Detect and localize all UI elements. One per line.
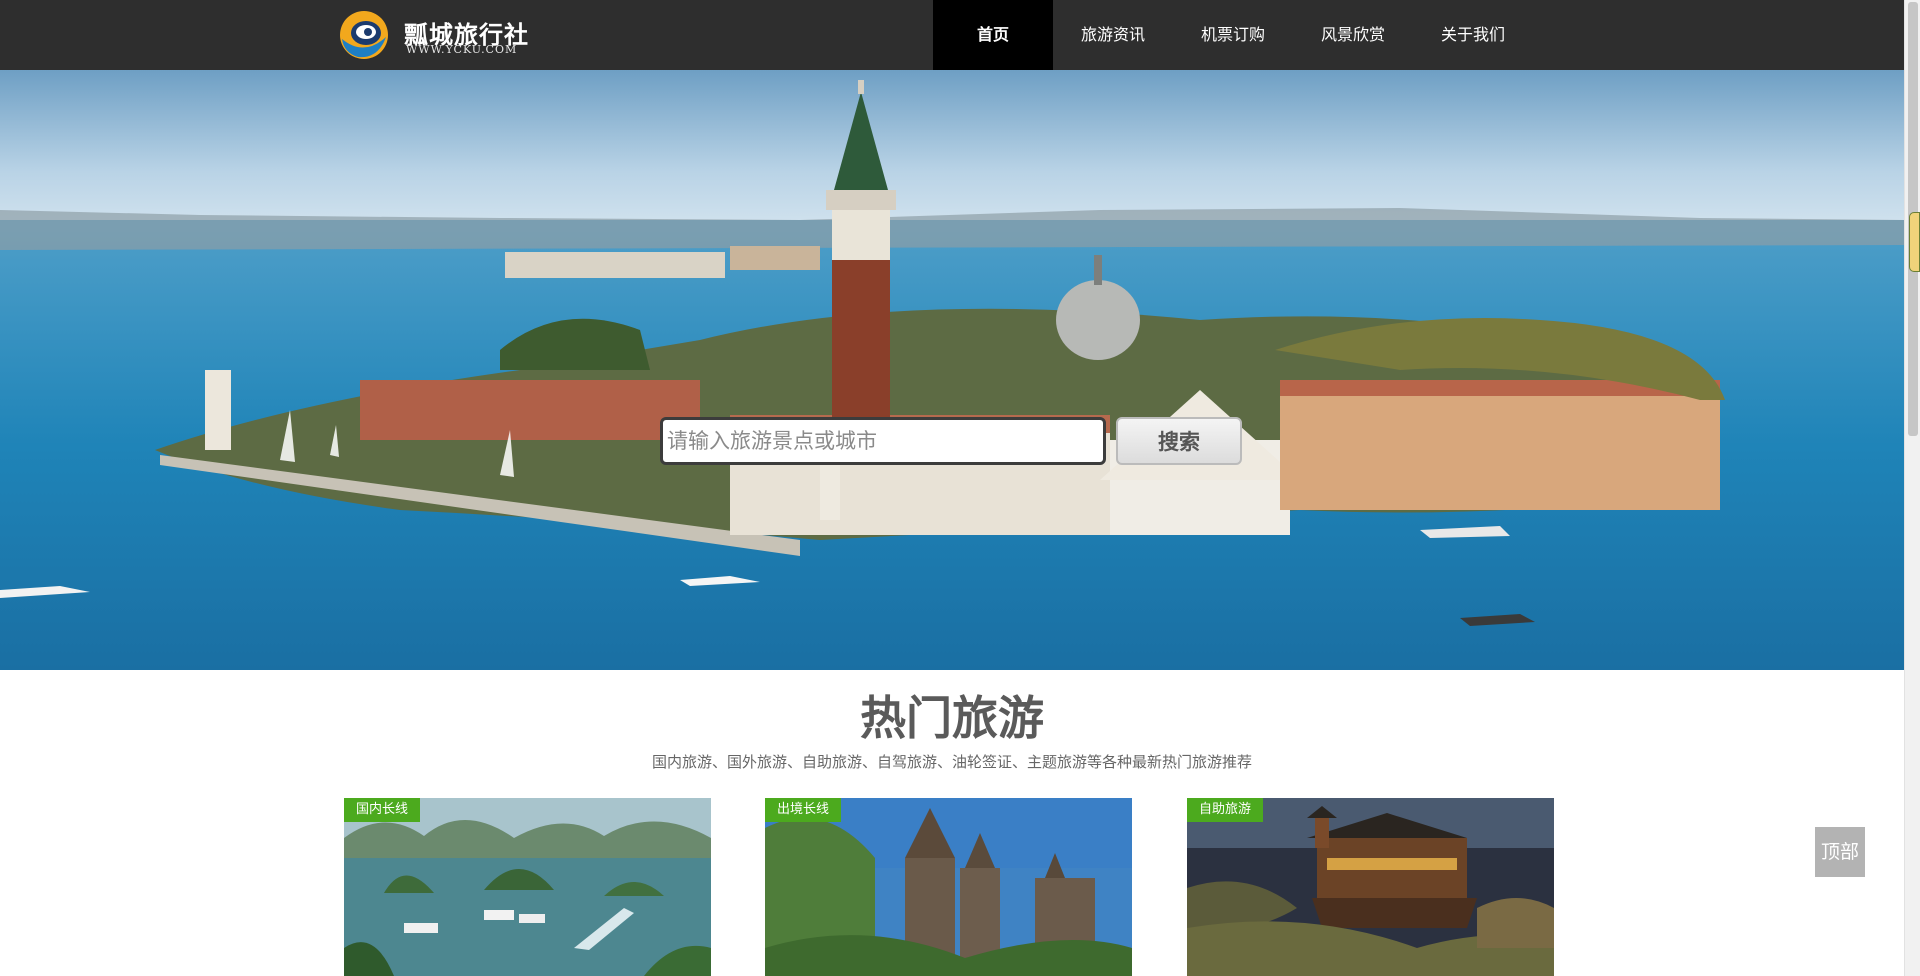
search-input[interactable] [660, 417, 1106, 465]
hero-venice-image [0, 70, 1904, 670]
page: 瓢城旅行社 WWW.YCKU.COM 首页 旅游资讯 机票订购 风景欣赏 关于我… [0, 0, 1920, 976]
nav-item-about-us[interactable]: 关于我们 [1413, 0, 1533, 70]
tour-card-image [344, 798, 711, 976]
top-header: 瓢城旅行社 WWW.YCKU.COM 首页 旅游资讯 机票订购 风景欣赏 关于我… [0, 0, 1904, 70]
tour-card-image [765, 798, 1132, 976]
tour-card-outbound[interactable]: 出境长线 [765, 798, 1132, 976]
section-title: 热门旅游 [860, 691, 1044, 745]
logo-subtitle: WWW.YCKU.COM [406, 43, 518, 56]
tour-card-domestic[interactable]: 国内长线 [344, 798, 711, 976]
nav-item-travel-news[interactable]: 旅游资讯 [1053, 0, 1173, 70]
search-button[interactable]: 搜索 [1116, 417, 1242, 465]
main-nav: 首页 旅游资讯 机票订购 风景欣赏 关于我们 [933, 0, 1533, 70]
page-scrollbar[interactable] [1904, 0, 1920, 976]
card-tag: 自助旅游 [1187, 798, 1264, 822]
back-to-top-button[interactable]: 顶部 [1815, 827, 1865, 877]
hero-banner: 搜索 [0, 70, 1904, 670]
nav-item-home[interactable]: 首页 [933, 0, 1053, 70]
logo-icon [340, 11, 388, 59]
card-tag: 国内长线 [344, 798, 421, 822]
side-widget-tab[interactable] [1909, 212, 1920, 272]
nav-item-flight-booking[interactable]: 机票订购 [1173, 0, 1293, 70]
tour-card-self-guided[interactable]: 自助旅游 [1187, 798, 1554, 976]
site-logo[interactable]: 瓢城旅行社 WWW.YCKU.COM [338, 9, 538, 61]
section-subtitle: 国内旅游、国外旅游、自助旅游、自驾旅游、油轮签证、主题旅游等各种最新热门旅游推荐 [651, 753, 1252, 771]
tour-card-image [1187, 798, 1554, 976]
nav-item-scenery[interactable]: 风景欣赏 [1293, 0, 1413, 70]
card-tag: 出境长线 [765, 798, 842, 822]
